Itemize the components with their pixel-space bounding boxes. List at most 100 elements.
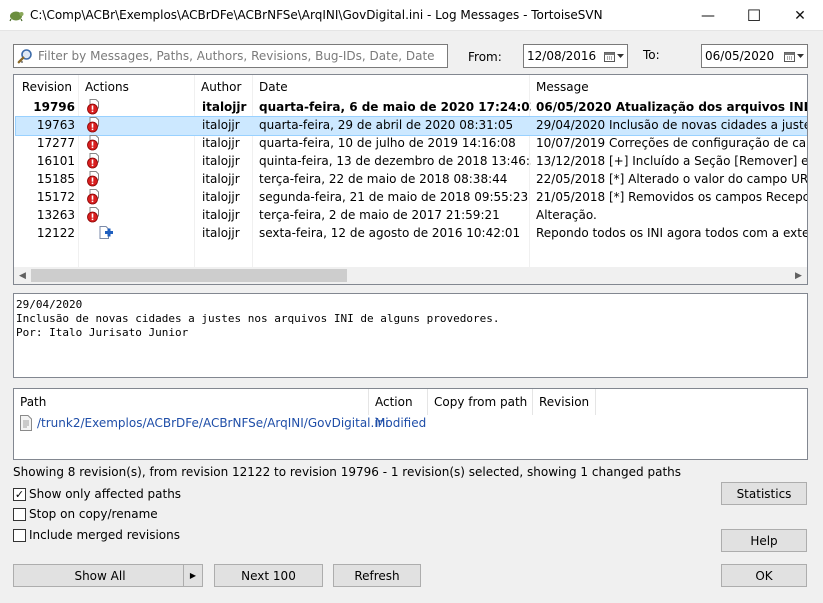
- log-cell-message: 21/05/2018 [*] Removidos os campos Recep…: [536, 190, 808, 204]
- log-cell-revision: 15172: [36, 190, 75, 204]
- path-row[interactable]: /trunk2/Exemplos/ACBrDFe/ACBrNFSe/ArqINI…: [18, 415, 389, 433]
- calendar-icon: [604, 51, 615, 62]
- status-text: Showing 8 revision(s), from revision 121…: [13, 465, 682, 479]
- checkbox-icon[interactable]: [13, 507, 26, 521]
- maximize-button[interactable]: ☐: [731, 0, 777, 31]
- log-row[interactable]: 15185 italojjr terça-feira, 22 de maio de …: [16, 171, 807, 189]
- column-header-action[interactable]: Action: [369, 389, 428, 415]
- from-label: From:: [468, 50, 502, 64]
- modified-action-icon: [87, 171, 99, 187]
- log-cell-date: quarta-feira, 6 de maio de 2020 17:24:03: [259, 100, 531, 114]
- log-cell-message: 29/04/2020 Inclusão de novas cidades a j…: [536, 118, 808, 132]
- modified-action-icon: [87, 153, 99, 169]
- option-stop-on-copy[interactable]: Stop on copy/rename: [13, 507, 158, 521]
- modified-action-icon: [87, 99, 99, 115]
- log-list[interactable]: Revision Actions Author Date Message 197…: [13, 74, 808, 285]
- refresh-label: Refresh: [354, 568, 400, 583]
- message-line: 29/04/2020: [16, 298, 83, 311]
- help-button[interactable]: Help: [721, 529, 807, 552]
- horizontal-scrollbar[interactable]: ◀ ▶: [14, 267, 807, 284]
- log-cell-author: italojjr: [202, 100, 247, 114]
- column-header-author[interactable]: Author: [195, 75, 253, 99]
- log-cell-message: 22/05/2018 [*] Alterado o valor do campo…: [536, 172, 808, 186]
- path-action: Modified: [375, 416, 427, 430]
- column-header-path[interactable]: Path: [14, 389, 369, 415]
- checkbox-checked-icon[interactable]: ✓: [13, 487, 26, 501]
- dropdown-arrow-icon[interactable]: ▶: [183, 565, 202, 586]
- log-cell-author: italojjr: [202, 208, 240, 222]
- log-cell-date: quarta-feira, 29 de abril de 2020 08:31:…: [259, 118, 514, 132]
- option-label: Include merged revisions: [29, 528, 180, 542]
- log-row[interactable]: 19796 italojjr quarta-feira, 6 de maio de …: [16, 99, 807, 117]
- log-cell-date: terça-feira, 22 de maio de 2018 08:38:44: [259, 172, 508, 186]
- log-cell-date: sexta-feira, 12 de agosto de 2016 10:42:…: [259, 226, 521, 240]
- statistics-button[interactable]: Statistics: [721, 482, 807, 505]
- option-include-merged[interactable]: Include merged revisions: [13, 528, 180, 542]
- log-cell-author: italojjr: [202, 172, 240, 186]
- calendar-dropdown-icon[interactable]: [603, 48, 625, 64]
- option-show-only-affected[interactable]: ✓ Show only affected paths: [13, 487, 181, 501]
- log-cell-author: italojjr: [202, 190, 240, 204]
- log-cell-revision: 19763: [36, 118, 75, 132]
- modified-action-icon: [87, 189, 99, 205]
- column-header-copy-from-path[interactable]: Copy from path: [428, 389, 533, 415]
- log-cell-message: Repondo todos os INI agora todos com a e…: [536, 226, 808, 240]
- show-all-label: Show All: [74, 568, 126, 583]
- changed-paths-list[interactable]: Path Action Copy from path Revision /tru…: [13, 388, 808, 460]
- close-button[interactable]: ✕: [777, 0, 823, 31]
- tortoise-app-icon: [9, 11, 24, 22]
- scrollbar-thumb[interactable]: [31, 269, 347, 282]
- log-row[interactable]: 16101 italojjr quinta-feira, 13 de dezembr…: [16, 153, 807, 171]
- path-value: /trunk2/Exemplos/ACBrDFe/ACBrNFSe/ArqINI…: [37, 416, 389, 430]
- minimize-button[interactable]: —: [685, 0, 731, 31]
- log-cell-author: italojjr: [202, 118, 240, 132]
- scroll-right-icon[interactable]: ▶: [790, 267, 807, 284]
- option-label: Stop on copy/rename: [29, 507, 158, 521]
- column-header-revision[interactable]: Revision: [14, 75, 79, 99]
- log-row[interactable]: 17277 italojjr quarta-feira, 10 de julho d…: [16, 135, 807, 153]
- log-cell-author: italojjr: [202, 136, 240, 150]
- calendar-dropdown-icon[interactable]: [783, 48, 805, 64]
- log-cell-revision: 15185: [36, 172, 75, 186]
- from-date-value: 12/08/2016: [527, 49, 597, 63]
- to-date-picker[interactable]: 06/05/2020: [701, 44, 808, 68]
- added-action-icon: [99, 226, 113, 239]
- column-header-revision[interactable]: Revision: [533, 389, 596, 415]
- to-label: To:: [643, 48, 660, 62]
- modified-action-icon: [87, 207, 99, 223]
- column-header-actions[interactable]: Actions: [79, 75, 195, 99]
- filter-input[interactable]: [36, 47, 441, 65]
- window-title: C:\Comp\ACBr\Exemplos\ACBrDFe\ACBrNFSe\A…: [30, 8, 603, 22]
- log-row[interactable]: 15172 italojjr segunda-feira, 21 de maio d…: [16, 189, 807, 207]
- log-cell-date: terça-feira, 2 de maio de 2017 21:59:21: [259, 208, 500, 222]
- to-date-value: 06/05/2020: [705, 49, 775, 63]
- log-message-box[interactable]: 29/04/2020 Inclusão de novas cidades a j…: [13, 293, 808, 378]
- log-cell-date: quinta-feira, 13 de dezembro de 2018 13:…: [259, 154, 531, 168]
- refresh-button[interactable]: Refresh: [333, 564, 421, 587]
- log-cell-message: 13/12/2018 [+] Incluído a Seção [Remover…: [536, 154, 808, 168]
- from-date-picker[interactable]: 12/08/2016: [523, 44, 628, 68]
- next-100-button[interactable]: Next 100: [214, 564, 323, 587]
- show-all-button[interactable]: Show All ▶: [13, 564, 203, 587]
- log-cell-author: italojjr: [202, 226, 240, 240]
- calendar-icon: [784, 51, 795, 62]
- log-cell-date: quarta-feira, 10 de julho de 2019 14:16:…: [259, 136, 516, 150]
- message-line: Inclusão de novas cidades a justes nos a…: [16, 312, 500, 325]
- log-cell-revision: 12122: [36, 226, 75, 240]
- log-row[interactable]: 13263 italojjr terça-feira, 2 de maio de 2…: [16, 207, 807, 225]
- scroll-left-icon[interactable]: ◀: [14, 267, 31, 284]
- title-bar: C:\Comp\ACBr\Exemplos\ACBrDFe\ACBrNFSe\A…: [0, 0, 823, 31]
- column-header-date[interactable]: Date: [253, 75, 530, 99]
- search-icon[interactable]: [17, 48, 33, 64]
- column-header-message[interactable]: Message: [530, 75, 807, 99]
- minimize-icon: —: [701, 7, 715, 24]
- ok-button[interactable]: OK: [721, 564, 807, 587]
- log-cell-author: italojjr: [202, 154, 240, 168]
- chevron-down-icon: [797, 53, 804, 58]
- filter-box[interactable]: [13, 44, 448, 68]
- log-row[interactable]: 19763 italojjr quarta-feira, 29 de abril d…: [15, 116, 808, 136]
- checkbox-icon[interactable]: [13, 528, 26, 542]
- maximize-icon: ☐: [746, 6, 762, 25]
- log-row[interactable]: 12122 italojjr sexta-feira, 12 de agosto d…: [16, 225, 807, 243]
- log-cell-message: 10/07/2019 Correções de configuração de …: [536, 136, 808, 150]
